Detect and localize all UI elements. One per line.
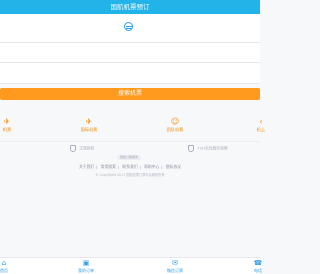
quick-link-label: 团队机票 <box>166 127 184 132</box>
footer-link[interactable]: 关于我们 <box>79 164 94 169</box>
nav-item-phone[interactable]: ☎ 电话 <box>246 260 270 274</box>
form-divider <box>0 42 260 43</box>
quick-link-flight-ticket[interactable]: ✈ 机票 <box>0 118 22 133</box>
footer-link[interactable]: 常用搜索 <box>101 164 116 169</box>
group-icon: ☺ <box>170 117 180 126</box>
quick-link-label: 机票 <box>2 127 12 132</box>
plane-icon: ✈ <box>85 117 93 126</box>
nav-item-wechat[interactable]: ✉ 微信订票 <box>160 260 190 274</box>
footer-links: 关于我们 | 常用搜索 | 联系我们 | 帮助中心 | 隐私协议 <box>79 164 181 169</box>
clock-icon <box>188 145 194 152</box>
plane-ticket-icon: ✈ <box>3 117 11 126</box>
swap-city-icon[interactable] <box>124 22 133 31</box>
wechat-icon: ✉ <box>172 259 178 267</box>
form-divider <box>0 62 260 63</box>
copyright: © CopyRight 2017 国航机票订票平台版权所有 <box>95 173 165 177</box>
trust-badge-service: 72H无忧服务保障 <box>188 145 228 152</box>
home-icon: ⌂ <box>1 259 7 267</box>
order-icon: ▣ <box>82 259 90 267</box>
page-header: 国航机票预订 <box>0 0 260 14</box>
nav-item-home[interactable]: ⌂ 首页 <box>0 260 16 274</box>
quick-link-more[interactable]: ‹ 机上 <box>246 118 276 133</box>
search-flights-button[interactable]: 搜索机票 <box>0 88 260 100</box>
bottom-nav: ⌂ 首页 ▣ 我的订单 ✉ 微信订票 ☎ 电话 <box>0 257 262 274</box>
page-title: 国航机票预订 <box>110 3 150 11</box>
nav-item-orders[interactable]: ▣ 我的订单 <box>71 260 101 274</box>
footer-link[interactable]: 隐私协议 <box>166 164 181 169</box>
quick-link-group[interactable]: ☺ 团队机票 <box>160 118 190 133</box>
flight-search-form <box>0 14 260 84</box>
footer-link[interactable]: 联系我们 <box>122 164 137 169</box>
trust-badge-authorized: 正规授权 <box>70 145 94 152</box>
quick-link-international[interactable]: ✈ 国际机票 <box>74 118 104 133</box>
more-icon: ‹ <box>259 117 263 126</box>
footer-link[interactable]: 帮助中心 <box>144 164 159 169</box>
service-divider: 国航订票服务 <box>117 155 141 160</box>
quick-link-label: 机上 <box>256 127 266 132</box>
quick-link-label: 国际机票 <box>80 127 98 132</box>
phone-icon: ☎ <box>253 259 263 267</box>
section-divider <box>0 141 260 142</box>
shield-icon <box>70 145 76 152</box>
